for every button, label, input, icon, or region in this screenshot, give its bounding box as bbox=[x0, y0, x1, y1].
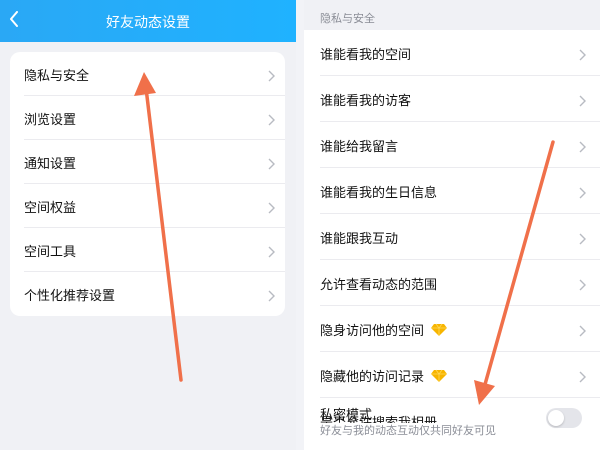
chevron-right-icon bbox=[579, 184, 586, 203]
menu-item-personalized-recommendations[interactable]: 个性化推荐设置 bbox=[10, 272, 285, 316]
menu-item-space-tools[interactable]: 空间工具 bbox=[10, 228, 285, 272]
vip-diamond-icon bbox=[430, 368, 448, 382]
chevron-right-icon bbox=[268, 67, 275, 86]
menu-item-label: 空间工具 bbox=[24, 244, 77, 260]
setting-who-can-view-birthday[interactable]: 谁能看我的生日信息 bbox=[304, 168, 600, 214]
chevron-right-icon bbox=[268, 287, 275, 306]
setting-private-mode: 私密模式 好友与我的动态互动仅共同好友可见 bbox=[304, 400, 600, 446]
setting-who-can-view-visitors[interactable]: 谁能看我的访客 bbox=[304, 76, 600, 122]
menu-item-label: 浏览设置 bbox=[24, 112, 77, 128]
private-mode-toggle[interactable] bbox=[546, 408, 582, 428]
chevron-right-icon bbox=[579, 46, 586, 65]
chevron-right-icon bbox=[579, 322, 586, 341]
setting-label: 隐身访问他的空间 bbox=[320, 323, 425, 339]
setting-label: 谁能看我的访客 bbox=[320, 93, 412, 109]
page-title: 好友动态设置 bbox=[106, 15, 190, 31]
menu-item-label: 空间权益 bbox=[24, 200, 77, 216]
settings-menu-card: 隐私与安全 浏览设置 通知设置 空间权益 空间工具 个性化推荐设置 bbox=[10, 52, 285, 316]
chevron-right-icon bbox=[268, 155, 275, 174]
section-title: 隐私与安全 bbox=[320, 12, 375, 25]
setting-feed-visibility-range[interactable]: 允许查看动态的范围 bbox=[304, 260, 600, 306]
setting-label: 隐藏他的访问记录 bbox=[320, 369, 425, 385]
chevron-right-icon bbox=[268, 111, 275, 130]
setting-label: 允许查看动态的范围 bbox=[320, 277, 438, 293]
header-bar: 好友动态设置 bbox=[0, 0, 296, 42]
setting-who-can-view-space[interactable]: 谁能看我的空间 bbox=[304, 30, 600, 76]
menu-item-browse-settings[interactable]: 浏览设置 bbox=[10, 96, 285, 140]
setting-label: 谁能看我的生日信息 bbox=[320, 185, 438, 201]
setting-stealth-visit[interactable]: 隐身访问他的空间 bbox=[304, 306, 600, 352]
chevron-right-icon bbox=[268, 243, 275, 262]
private-mode-description: 好友与我的动态互动仅共同好友可见 bbox=[320, 424, 496, 437]
menu-item-space-benefits[interactable]: 空间权益 bbox=[10, 184, 285, 228]
setting-label: 谁能跟我互动 bbox=[320, 231, 399, 247]
right-screen: 隐私与安全 谁能看我的空间 谁能看我的访客 谁能给我留言 谁能看我的生日信息 谁… bbox=[304, 0, 600, 450]
chevron-right-icon bbox=[579, 92, 586, 111]
setting-cutoff-row[interactable]: 是否允许搜索我相册 bbox=[320, 413, 437, 423]
toggle-knob bbox=[548, 410, 564, 426]
chevron-right-icon bbox=[579, 230, 586, 249]
chevron-right-icon bbox=[579, 276, 586, 295]
menu-item-label: 通知设置 bbox=[24, 156, 77, 172]
privacy-settings-card: 谁能看我的空间 谁能看我的访客 谁能给我留言 谁能看我的生日信息 谁能跟我互动 … bbox=[304, 30, 600, 450]
menu-item-label: 隐私与安全 bbox=[24, 68, 90, 84]
setting-hide-visit-records[interactable]: 隐藏他的访问记录 bbox=[304, 352, 600, 398]
menu-item-label: 个性化推荐设置 bbox=[24, 288, 116, 304]
setting-label: 谁能看我的空间 bbox=[320, 47, 412, 63]
chevron-right-icon bbox=[579, 368, 586, 387]
menu-item-notification-settings[interactable]: 通知设置 bbox=[10, 140, 285, 184]
left-screen: 好友动态设置 隐私与安全 浏览设置 通知设置 空间权益 空间工具 个性化推荐设置 bbox=[0, 0, 296, 450]
vip-diamond-icon bbox=[430, 322, 448, 336]
setting-who-can-interact[interactable]: 谁能跟我互动 bbox=[304, 214, 600, 260]
setting-who-can-leave-message[interactable]: 谁能给我留言 bbox=[304, 122, 600, 168]
chevron-right-icon bbox=[268, 199, 275, 218]
chevron-right-icon bbox=[579, 138, 586, 157]
menu-item-privacy-security[interactable]: 隐私与安全 bbox=[10, 52, 285, 96]
setting-label: 谁能给我留言 bbox=[320, 139, 399, 155]
divider bbox=[320, 397, 600, 398]
